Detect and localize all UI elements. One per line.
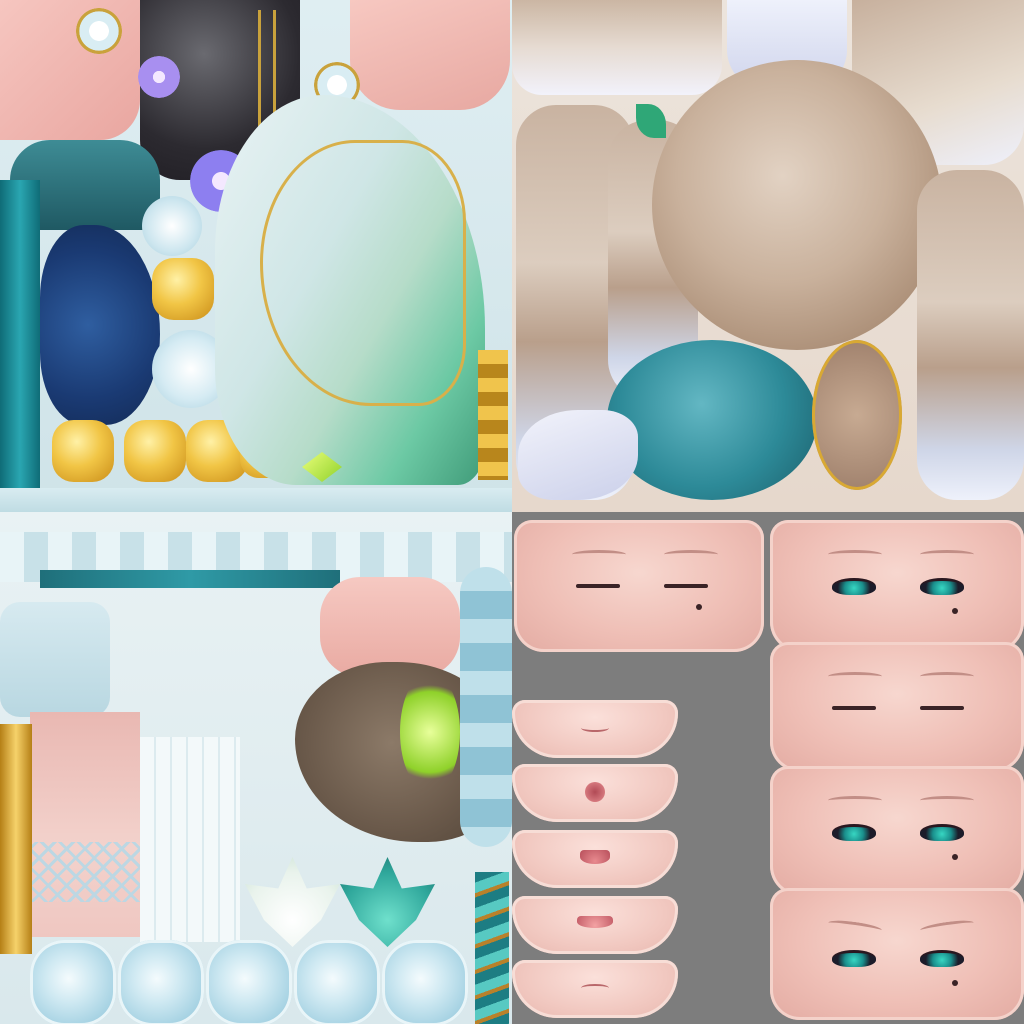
beauty-mark	[952, 854, 958, 860]
gold-hair-clip-piece	[812, 340, 902, 490]
eye-right-open	[920, 824, 964, 841]
eye-expression-open-mole	[770, 520, 1024, 652]
eye-left-open	[832, 950, 876, 967]
teal-hair-bun-piece	[607, 340, 817, 500]
mouth-small-frown	[512, 960, 678, 1018]
eye-expression-closed-mole	[514, 520, 764, 652]
brow-left	[828, 796, 882, 805]
gold-bead-icon	[152, 258, 214, 320]
eye-right-closed	[920, 706, 964, 710]
teal-band-strip	[40, 570, 340, 588]
beauty-mark	[952, 980, 958, 986]
eye-left-closed	[832, 706, 876, 710]
pale-rose-icon	[30, 940, 116, 1024]
mouth-shape	[585, 782, 605, 802]
eye-right-open	[920, 950, 964, 967]
brow-right	[920, 672, 974, 681]
hair-bun-piece	[652, 60, 942, 350]
pale-sleeve-piece	[0, 602, 110, 717]
mouth-o-shape	[512, 764, 678, 822]
teal-twisted-rod	[475, 872, 509, 1024]
brow-left	[827, 918, 883, 935]
beauty-mark	[952, 608, 958, 614]
navy-petal-piece	[40, 225, 160, 425]
teal-side-strip	[0, 180, 40, 490]
brow-right	[920, 796, 974, 805]
texture-atlas	[0, 0, 1024, 1024]
flower-ornament-icon	[76, 8, 122, 54]
white-lotus-piece	[245, 857, 340, 947]
gold-zigzag-trim	[478, 350, 508, 480]
pink-glove-piece	[350, 0, 510, 110]
pale-rose-icon	[382, 940, 468, 1024]
pale-rose-icon	[206, 940, 292, 1024]
mouth-shape	[581, 724, 609, 732]
long-hair-strand	[917, 170, 1024, 500]
teal-lotus-piece	[340, 857, 435, 947]
hair-tie-ribbon-piece	[518, 410, 638, 500]
mouth-smile-small	[512, 700, 678, 758]
eye-expression-open-sad-mole	[770, 888, 1024, 1020]
mouth-open-smile	[512, 830, 678, 888]
mouth-open-wide	[512, 896, 678, 954]
pale-band-strip	[0, 488, 512, 512]
purple-flower-icon	[138, 56, 180, 98]
brow-right	[664, 550, 718, 559]
pale-rose-icon	[118, 940, 204, 1024]
pale-bead-icon	[142, 196, 202, 256]
hair-region	[512, 0, 1024, 512]
eye-expression-open-mole	[770, 766, 1024, 896]
brow-right	[920, 550, 974, 559]
outfit-upper-region	[0, 0, 512, 512]
lace-net-pattern	[30, 842, 140, 902]
brow-left	[828, 672, 882, 681]
brow-left	[572, 550, 626, 559]
glowing-green-vine	[400, 672, 460, 792]
teal-bead-column	[460, 567, 512, 847]
eye-expression-closed	[770, 642, 1024, 772]
eye-left-closed	[576, 584, 620, 588]
gold-pillar-trim	[0, 724, 32, 954]
brow-left	[828, 550, 882, 559]
eye-left-open	[832, 578, 876, 595]
eye-right-open	[920, 578, 964, 595]
beauty-mark	[696, 604, 702, 610]
face-expressions-region	[512, 512, 1024, 1024]
eye-left-open	[832, 824, 876, 841]
eye-right-closed	[664, 584, 708, 588]
pale-bodice-panel	[140, 737, 240, 942]
brow-right	[919, 918, 975, 935]
gold-rose-icon	[124, 420, 186, 482]
pink-stocking-piece	[30, 712, 140, 937]
mouth-shape	[580, 850, 610, 864]
gold-rose-icon	[52, 420, 114, 482]
hair-bangs-strip	[512, 0, 722, 95]
pale-rose-icon	[294, 940, 380, 1024]
outfit-lower-region	[0, 512, 512, 1024]
mouth-shape	[577, 916, 613, 928]
mouth-shape	[581, 984, 609, 992]
